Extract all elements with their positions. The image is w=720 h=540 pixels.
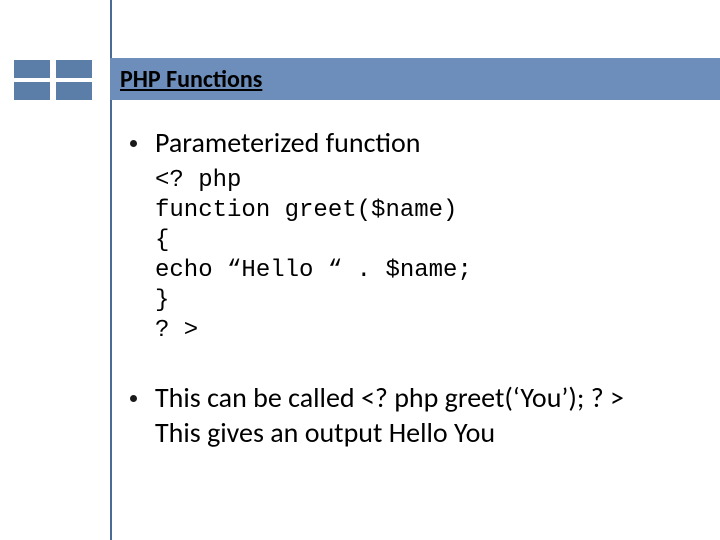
bullet-dot-icon: [130, 140, 137, 147]
bullet-text-line: This gives an output Hello You: [155, 415, 495, 450]
bullet-text: Parameterized function: [155, 125, 421, 160]
bullet-text: This can be called <? php greet(‘You’); …: [155, 380, 624, 450]
slide: PHP Functions Parameterized function <? …: [0, 0, 720, 540]
deco-square: [14, 82, 50, 100]
deco-square: [14, 60, 50, 78]
deco-square: [56, 60, 92, 78]
code-line: }: [155, 287, 169, 314]
code-line: echo “Hello “ . $name;: [155, 257, 472, 284]
code-line: <? php: [155, 167, 241, 194]
bullet-item: Parameterized function: [130, 125, 690, 160]
bullet-text-line: This can be called <? php greet(‘You’); …: [155, 380, 624, 415]
code-line: {: [155, 227, 169, 254]
code-line: ? >: [155, 317, 198, 344]
code-line: function greet($name): [155, 197, 457, 224]
slide-title: PHP Functions: [120, 65, 262, 94]
bullet-item: This can be called <? php greet(‘You’); …: [130, 380, 690, 450]
deco-square: [56, 82, 92, 100]
bullet-dot-icon: [130, 395, 137, 402]
code-block: <? php function greet($name) { echo “Hel…: [155, 166, 690, 346]
content-area: Parameterized function <? php function g…: [130, 125, 690, 456]
header-bar: PHP Functions: [110, 58, 720, 100]
